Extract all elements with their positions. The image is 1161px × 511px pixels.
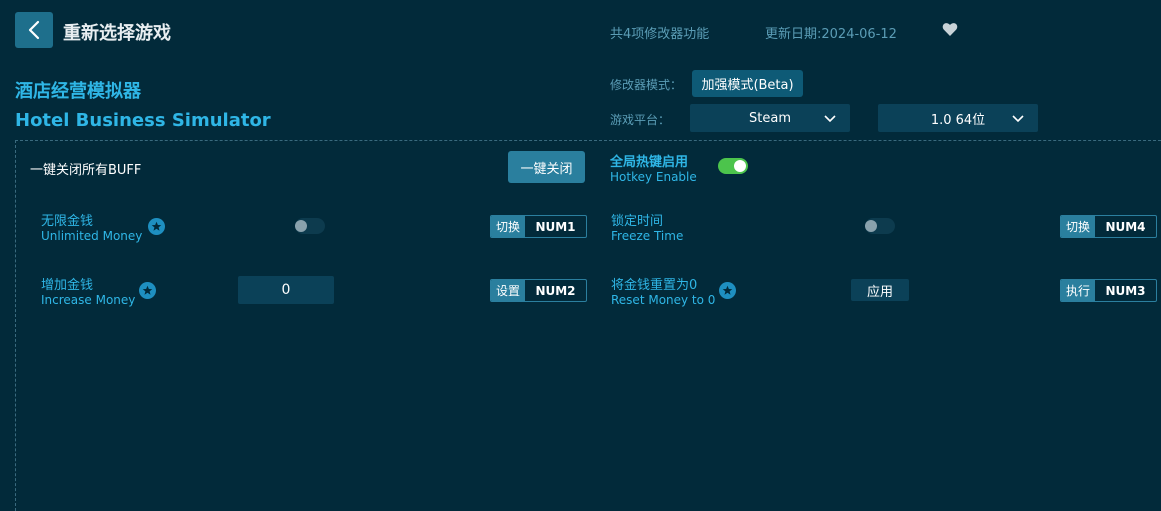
feature-label-en: Unlimited Money [41,229,143,243]
hotkey-enable-label-en: Hotkey Enable [610,170,697,184]
increase-money-hotkey[interactable]: 设置 NUM2 [490,279,587,302]
close-all-label: 一键关闭所有BUFF [30,163,142,178]
platform-dropdown[interactable]: Steam [690,104,850,132]
chevron-down-icon [1012,115,1024,123]
back-button[interactable] [15,12,53,48]
star-icon [139,282,156,299]
hotkey-action: 切换 [1061,216,1095,237]
update-date: 更新日期:2024-06-12 [765,27,897,42]
heart-icon [942,23,958,36]
hotkey-key: NUM4 [1105,219,1146,234]
hotkey-key: NUM1 [535,219,576,234]
platform-label: 游戏平台： [610,113,671,127]
star-icon [148,218,165,235]
feature-label-en: Freeze Time [611,229,684,243]
platform-value: Steam [749,110,791,126]
page-title: 重新选择游戏 [63,23,171,44]
feature-label-en: Increase Money [41,293,136,307]
chevron-left-icon [28,20,40,40]
unlimited-money-hotkey[interactable]: 切换 NUM1 [490,215,587,238]
cheat-panel [15,140,1161,511]
mode-label: 修改器模式： [610,78,683,92]
hotkey-action: 执行 [1061,280,1095,301]
increase-money-input[interactable]: 0 [238,276,334,304]
reset-money-hotkey[interactable]: 执行 NUM3 [1060,279,1157,302]
feature-label-cn: 无限金钱 [41,214,94,229]
feature-label-cn: 将金钱重置为0 [611,278,698,293]
hotkey-enable-toggle[interactable] [718,158,748,174]
version-value: 1.0 64位 [930,112,986,128]
version-dropdown[interactable]: 1.0 64位 [878,104,1038,132]
reset-money-apply-button[interactable]: 应用 [851,279,909,301]
hotkey-action: 设置 [491,280,525,301]
unlimited-money-toggle[interactable] [295,218,325,234]
hotkey-action: 切换 [491,216,525,237]
hotkey-key: NUM3 [1105,283,1146,298]
star-icon [719,282,736,299]
feature-label-cn: 锁定时间 [611,214,664,229]
hotkey-enable-label-cn: 全局热键启用 [610,155,689,170]
feature-count: 共4项修改器功能 [610,27,710,42]
feature-label-cn: 增加金钱 [41,278,94,293]
close-all-button[interactable]: 一键关闭 [508,151,585,183]
mode-selector[interactable]: 加强模式(Beta) [692,70,803,97]
feature-label-en: Reset Money to 0 [611,293,716,307]
hotkey-key: NUM2 [535,283,576,298]
game-name-en: Hotel Business Simulator [15,110,271,131]
game-name-cn: 酒店经营模拟器 [15,81,141,102]
freeze-time-toggle[interactable] [865,218,895,234]
freeze-time-hotkey[interactable]: 切换 NUM4 [1060,215,1157,238]
favorite-button[interactable] [942,22,958,41]
chevron-down-icon [824,115,836,123]
